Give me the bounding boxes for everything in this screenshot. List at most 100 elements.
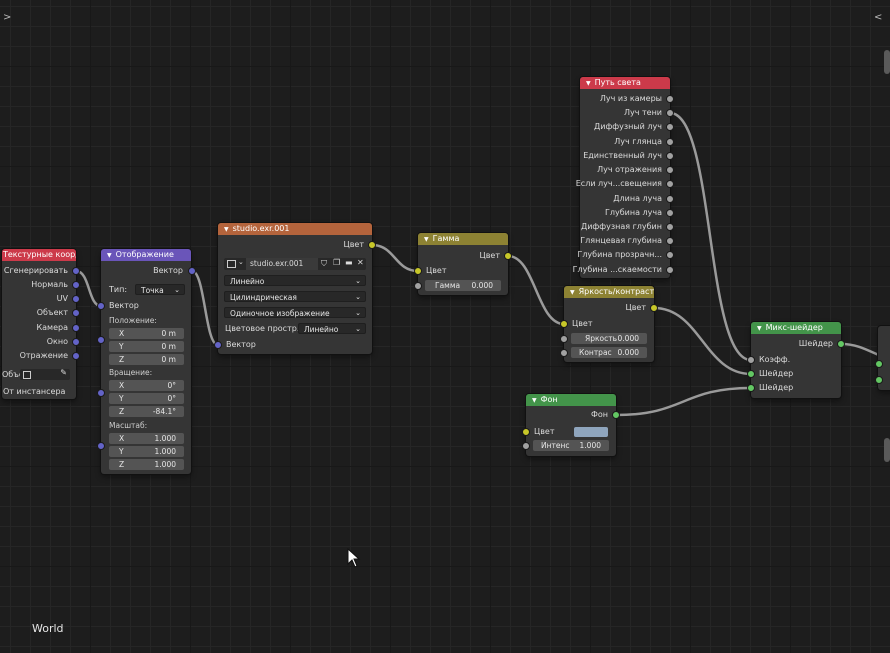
collapse-arrow-icon[interactable]: ▼	[224, 226, 229, 233]
close-icon[interactable]: ✕	[357, 258, 364, 267]
node-header[interactable]: ▼ Фон	[526, 394, 616, 406]
socket-lightpath-out-9[interactable]	[666, 223, 674, 231]
socket-texcoord-object[interactable]	[72, 309, 80, 317]
image-browse-icon[interactable]	[227, 260, 236, 268]
socket-mix-fac-in[interactable]	[747, 356, 755, 364]
collapse-arrow-icon[interactable]: ▼	[424, 236, 429, 243]
socket-bg-color-in[interactable]	[522, 428, 530, 436]
socket-mapping-location-in[interactable]	[97, 336, 105, 344]
socket-lightpath-out-1[interactable]	[666, 109, 674, 117]
node-header[interactable]: ▼ Путь света	[580, 77, 670, 89]
collapse-arrow-icon[interactable]: ▼	[107, 252, 112, 259]
socket-bg-strength-in[interactable]	[522, 442, 530, 450]
socket-lightpath-out-7[interactable]	[666, 195, 674, 203]
node-header[interactable]: ▼ Гамма	[418, 233, 508, 245]
socket-bc-out[interactable]	[650, 304, 658, 312]
image-name-field[interactable]: studio.exr.001	[246, 258, 318, 270]
socket-lightpath-out-10[interactable]	[666, 237, 674, 245]
socket-mix-shader1-in[interactable]	[747, 370, 755, 378]
socket-lightpath-out-12[interactable]	[666, 266, 674, 274]
scale-z-field[interactable]: Z 1.000	[109, 459, 184, 470]
type-dropdown[interactable]: Точка ⌄	[135, 284, 185, 295]
rotation-y-field[interactable]: Y 0°	[109, 393, 184, 404]
socket-texcoord-generated[interactable]	[72, 267, 80, 275]
socket-lightpath-out-2[interactable]	[666, 123, 674, 131]
node-header[interactable]: Текстурные коорд...	[2, 249, 76, 261]
socket-mapping-rotation-in[interactable]	[97, 389, 105, 397]
node-mix-shader[interactable]: ▼ Микс-шейдер Шейдер Коэфф. Шейдер Шейдер	[751, 322, 841, 398]
node-gamma[interactable]: ▼ Гамма Цвет Цвет Гамма 0.000	[418, 233, 508, 295]
socket-texcoord-uv[interactable]	[72, 295, 80, 303]
collapse-arrow-icon[interactable]: ▼	[586, 80, 591, 87]
fake-user-icon[interactable]: ⛉	[321, 259, 327, 269]
source-dropdown[interactable]: Одиночное изображение ⌄	[224, 307, 366, 318]
node-header[interactable]: ▼ Микс-шейдер	[751, 322, 841, 334]
projection-dropdown[interactable]: Цилиндрическая ⌄	[224, 291, 366, 302]
bright-field[interactable]: Яркость 0.000	[571, 333, 647, 344]
socket-lightpath-out-4[interactable]	[666, 152, 674, 160]
image-selector[interactable]: ⌄ studio.exr.001 ⛉ ❐ ▬ ✕	[224, 258, 366, 270]
socket-bc-color-in[interactable]	[560, 320, 568, 328]
socket-lightpath-out-11[interactable]	[666, 251, 674, 259]
strength-field[interactable]: Интенс 1.000	[533, 440, 609, 451]
scrollbar-bottom[interactable]	[884, 438, 890, 462]
duplicate-icon[interactable]: ❐	[333, 258, 340, 267]
sidebar-toggle-icon[interactable]: <	[874, 12, 882, 23]
rotation-x-field[interactable]: X 0°	[109, 380, 184, 391]
node-mapping[interactable]: ▼ Отображение Вектор Тип: Точка ⌄ Вектор П…	[101, 249, 191, 474]
object-icon	[23, 371, 31, 379]
scale-y-field[interactable]: Y 1.000	[109, 446, 184, 457]
socket-envtex-vector-in[interactable]	[214, 341, 222, 349]
socket-gamma-color-in[interactable]	[414, 267, 422, 275]
scale-x-field[interactable]: X 1.000	[109, 433, 184, 444]
interpolation-dropdown[interactable]: Линейно ⌄	[224, 275, 366, 286]
socket-texcoord-reflection[interactable]	[72, 352, 80, 360]
socket-bg-out[interactable]	[612, 411, 620, 419]
node-bright-contrast[interactable]: ▼ Яркость/контраст Цвет Цвет Яркость 0.000…	[564, 286, 654, 362]
collapse-arrow-icon[interactable]: ▼	[532, 397, 537, 404]
toolbar-toggle-icon[interactable]: >	[3, 12, 11, 23]
color-swatch[interactable]	[574, 427, 608, 437]
folder-icon[interactable]: ▬	[345, 258, 353, 267]
socket-mapping-vector-in[interactable]	[97, 302, 105, 310]
socket-mapping-out[interactable]	[188, 267, 196, 275]
scrollbar-top[interactable]	[884, 50, 890, 74]
node-texture-coordinate[interactable]: Текстурные коорд... Сгенерировать Нормал…	[2, 249, 76, 399]
node-background[interactable]: ▼ Фон Фон Цвет Интенс 1.000	[526, 394, 616, 456]
eyedropper-icon[interactable]: ✎	[60, 368, 67, 377]
socket-gamma-out[interactable]	[504, 252, 512, 260]
socket-lightpath-out-6[interactable]	[666, 180, 674, 188]
node-header[interactable]: ▼ Отображение	[101, 249, 191, 261]
socket-bc-bright-in[interactable]	[560, 335, 568, 343]
from-instancer-checkbox[interactable]: От инстансера	[3, 386, 65, 398]
socket-texcoord-window[interactable]	[72, 338, 80, 346]
node-header[interactable]: ▼ studio.exr.001	[218, 223, 372, 235]
socket-lightpath-out-0[interactable]	[666, 95, 674, 103]
contrast-field[interactable]: Контрас 0.000	[571, 347, 647, 358]
rotation-z-field[interactable]: Z -84.1°	[109, 406, 184, 417]
collapse-arrow-icon[interactable]: ▼	[757, 325, 762, 332]
node-light-path[interactable]: ▼ Путь света Луч из камеры Луч тени Диффу…	[573, 77, 670, 278]
socket-texcoord-normal[interactable]	[72, 281, 80, 289]
socket-mapping-scale-in[interactable]	[97, 442, 105, 450]
socket-gamma-value-in[interactable]	[414, 282, 422, 290]
socket-output-volume-in[interactable]	[875, 376, 883, 384]
node-header[interactable]: ▼ Яркость/контраст	[564, 286, 654, 298]
object-picker[interactable]: ✎	[20, 368, 70, 380]
socket-lightpath-out-8[interactable]	[666, 209, 674, 217]
socket-mix-out[interactable]	[837, 340, 845, 348]
location-y-field[interactable]: Y0 m	[109, 341, 184, 352]
collapse-arrow-icon[interactable]: ▼	[570, 289, 575, 296]
socket-lightpath-out-5[interactable]	[666, 166, 674, 174]
socket-mix-shader2-in[interactable]	[747, 384, 755, 392]
socket-lightpath-out-3[interactable]	[666, 138, 674, 146]
socket-bc-contrast-in[interactable]	[560, 349, 568, 357]
location-x-field[interactable]: X0 m	[109, 328, 184, 339]
socket-output-surface-in[interactable]	[875, 360, 883, 368]
node-environment-texture[interactable]: ▼ studio.exr.001 Цвет ⌄ studio.exr.001 ⛉ …	[218, 223, 372, 354]
colorspace-dropdown[interactable]: Линейно ⌄	[298, 323, 366, 334]
socket-envtex-color-out[interactable]	[368, 241, 376, 249]
socket-texcoord-camera[interactable]	[72, 324, 80, 332]
gamma-field[interactable]: Гамма 0.000	[425, 280, 501, 291]
location-z-field[interactable]: Z0 m	[109, 354, 184, 365]
